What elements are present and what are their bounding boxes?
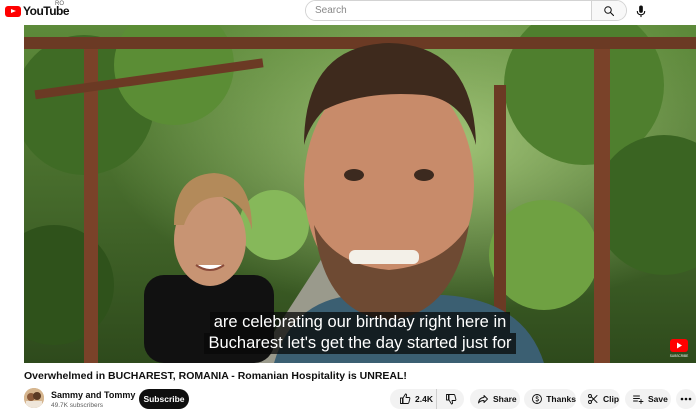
video-title: Overwhelmed in BUCHAREST, ROMANIA - Roma…: [24, 370, 407, 382]
thumbs-up-icon: [398, 392, 412, 406]
channel-name[interactable]: Sammy and Tommy: [51, 390, 135, 400]
dislike-button[interactable]: [437, 389, 464, 409]
video-player[interactable]: are celebrating our birthday right here …: [24, 25, 696, 363]
search-bar: [305, 0, 627, 21]
clip-label: Clip: [603, 394, 620, 404]
subscribe-button[interactable]: Subscribe: [139, 389, 189, 409]
thanks-label: Thanks: [546, 394, 576, 404]
top-bar: YouTube RO: [0, 0, 700, 22]
share-label: Share: [493, 394, 517, 404]
avatar-image: [24, 388, 44, 408]
search-button[interactable]: [591, 1, 626, 20]
share-arrow-icon: [476, 392, 490, 406]
more-horizontal-icon: [680, 397, 692, 401]
voice-search-button[interactable]: [632, 2, 650, 20]
thumbs-down-icon: [444, 392, 458, 406]
save-button[interactable]: Save: [625, 389, 671, 409]
caption-line: Bucharest let's get the day started just…: [204, 333, 516, 354]
watermark-label: SUBSCRIBE: [670, 354, 688, 358]
thanks-button[interactable]: Thanks: [524, 389, 576, 409]
search-input[interactable]: [306, 1, 591, 20]
country-code: RO: [55, 1, 64, 7]
scissors-icon: [586, 392, 600, 406]
share-button[interactable]: Share: [470, 389, 520, 409]
super-thanks-icon: [530, 392, 543, 406]
subscriber-count: 49.7K subscribers: [51, 402, 104, 409]
subscribe-watermark-icon[interactable]: SUBSCRIBE: [668, 338, 690, 358]
clip-button[interactable]: Clip: [580, 389, 620, 409]
youtube-play-icon: [5, 5, 21, 17]
add-to-playlist-icon: [631, 392, 645, 406]
more-actions-button[interactable]: [676, 389, 696, 409]
like-dislike-group: 2.4K: [390, 389, 464, 409]
search-icon: [604, 5, 615, 16]
like-button[interactable]: 2.4K: [390, 389, 437, 409]
like-count: 2.4K: [415, 394, 433, 404]
caption-overlay: are celebrating our birthday right here …: [24, 312, 696, 354]
microphone-icon: [636, 4, 646, 17]
channel-avatar[interactable]: [24, 388, 44, 408]
save-label: Save: [648, 394, 668, 404]
caption-line: are celebrating our birthday right here …: [209, 312, 511, 333]
